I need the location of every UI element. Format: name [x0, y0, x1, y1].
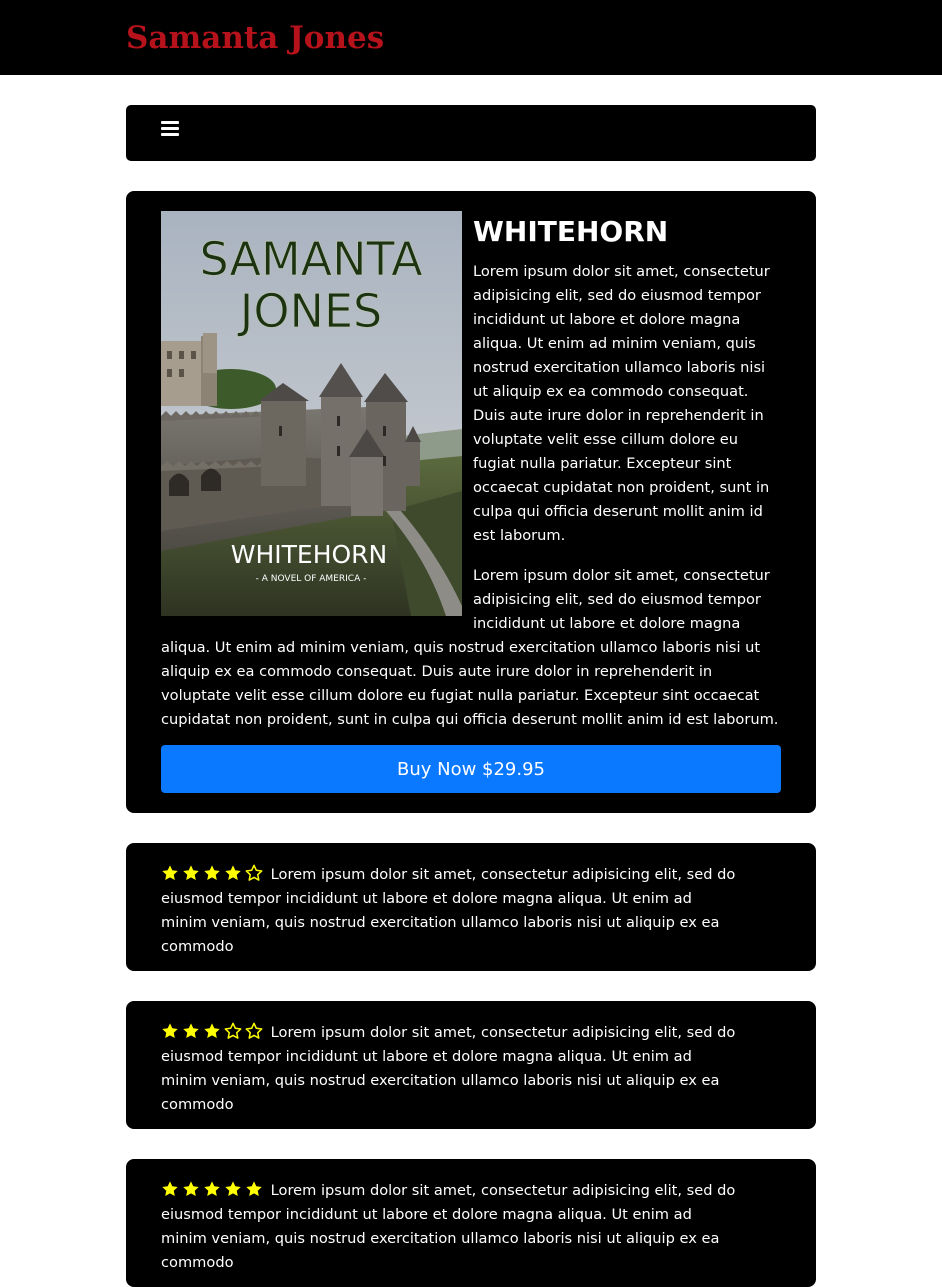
- site-title[interactable]: Samanta Jones: [126, 16, 384, 60]
- review-content: Lorem ipsum dolor sit amet, consectetur …: [161, 1021, 736, 1117]
- buy-now-button[interactable]: Buy Now $29.95: [161, 745, 781, 793]
- review-card: Lorem ipsum dolor sit amet, consectetur …: [126, 843, 816, 971]
- star-filled-icon: [204, 865, 220, 881]
- star-rating: [161, 1181, 266, 1199]
- star-filled-icon: [246, 1181, 262, 1197]
- star-filled-icon: [162, 865, 178, 881]
- book-card: SAMANTA JONES WHITEHORN - A NOVEL OF AME…: [126, 191, 816, 813]
- star-empty-icon: [224, 1022, 242, 1039]
- star-filled-icon: [225, 865, 241, 881]
- star-filled-icon: [162, 1181, 178, 1197]
- star-filled-icon: [183, 1181, 199, 1197]
- star-filled-icon: [183, 865, 199, 881]
- star-rating: [161, 1022, 266, 1041]
- svg-text:- A NOVEL OF AMERICA -: - A NOVEL OF AMERICA -: [256, 574, 367, 584]
- navigation-bar: [126, 105, 816, 161]
- review-card: Lorem ipsum dolor sit amet, consectetur …: [126, 1001, 816, 1129]
- book-description: SAMANTA JONES WHITEHORN - A NOVEL OF AME…: [161, 211, 781, 732]
- top-header-bar: Samanta Jones: [0, 0, 942, 75]
- svg-text:JONES: JONES: [237, 284, 382, 338]
- star-filled-icon: [225, 1181, 241, 1197]
- star-empty-icon: [245, 864, 263, 881]
- star-filled-icon: [204, 1181, 220, 1197]
- star-rating: [161, 864, 266, 883]
- star-filled-icon: [204, 1023, 220, 1039]
- star-empty-icon: [245, 1022, 263, 1039]
- svg-text:SAMANTA: SAMANTA: [199, 232, 423, 286]
- hamburger-menu-icon[interactable]: [161, 121, 179, 137]
- star-filled-icon: [162, 1023, 178, 1039]
- review-card: Lorem ipsum dolor sit amet, consectetur …: [126, 1159, 816, 1287]
- review-content: Lorem ipsum dolor sit amet, consectetur …: [161, 863, 736, 959]
- review-content: Lorem ipsum dolor sit amet, consectetur …: [161, 1179, 736, 1275]
- svg-text:WHITEHORN: WHITEHORN: [231, 540, 388, 569]
- book-cover-image: SAMANTA JONES WHITEHORN - A NOVEL OF AME…: [161, 211, 462, 616]
- star-filled-icon: [183, 1023, 199, 1039]
